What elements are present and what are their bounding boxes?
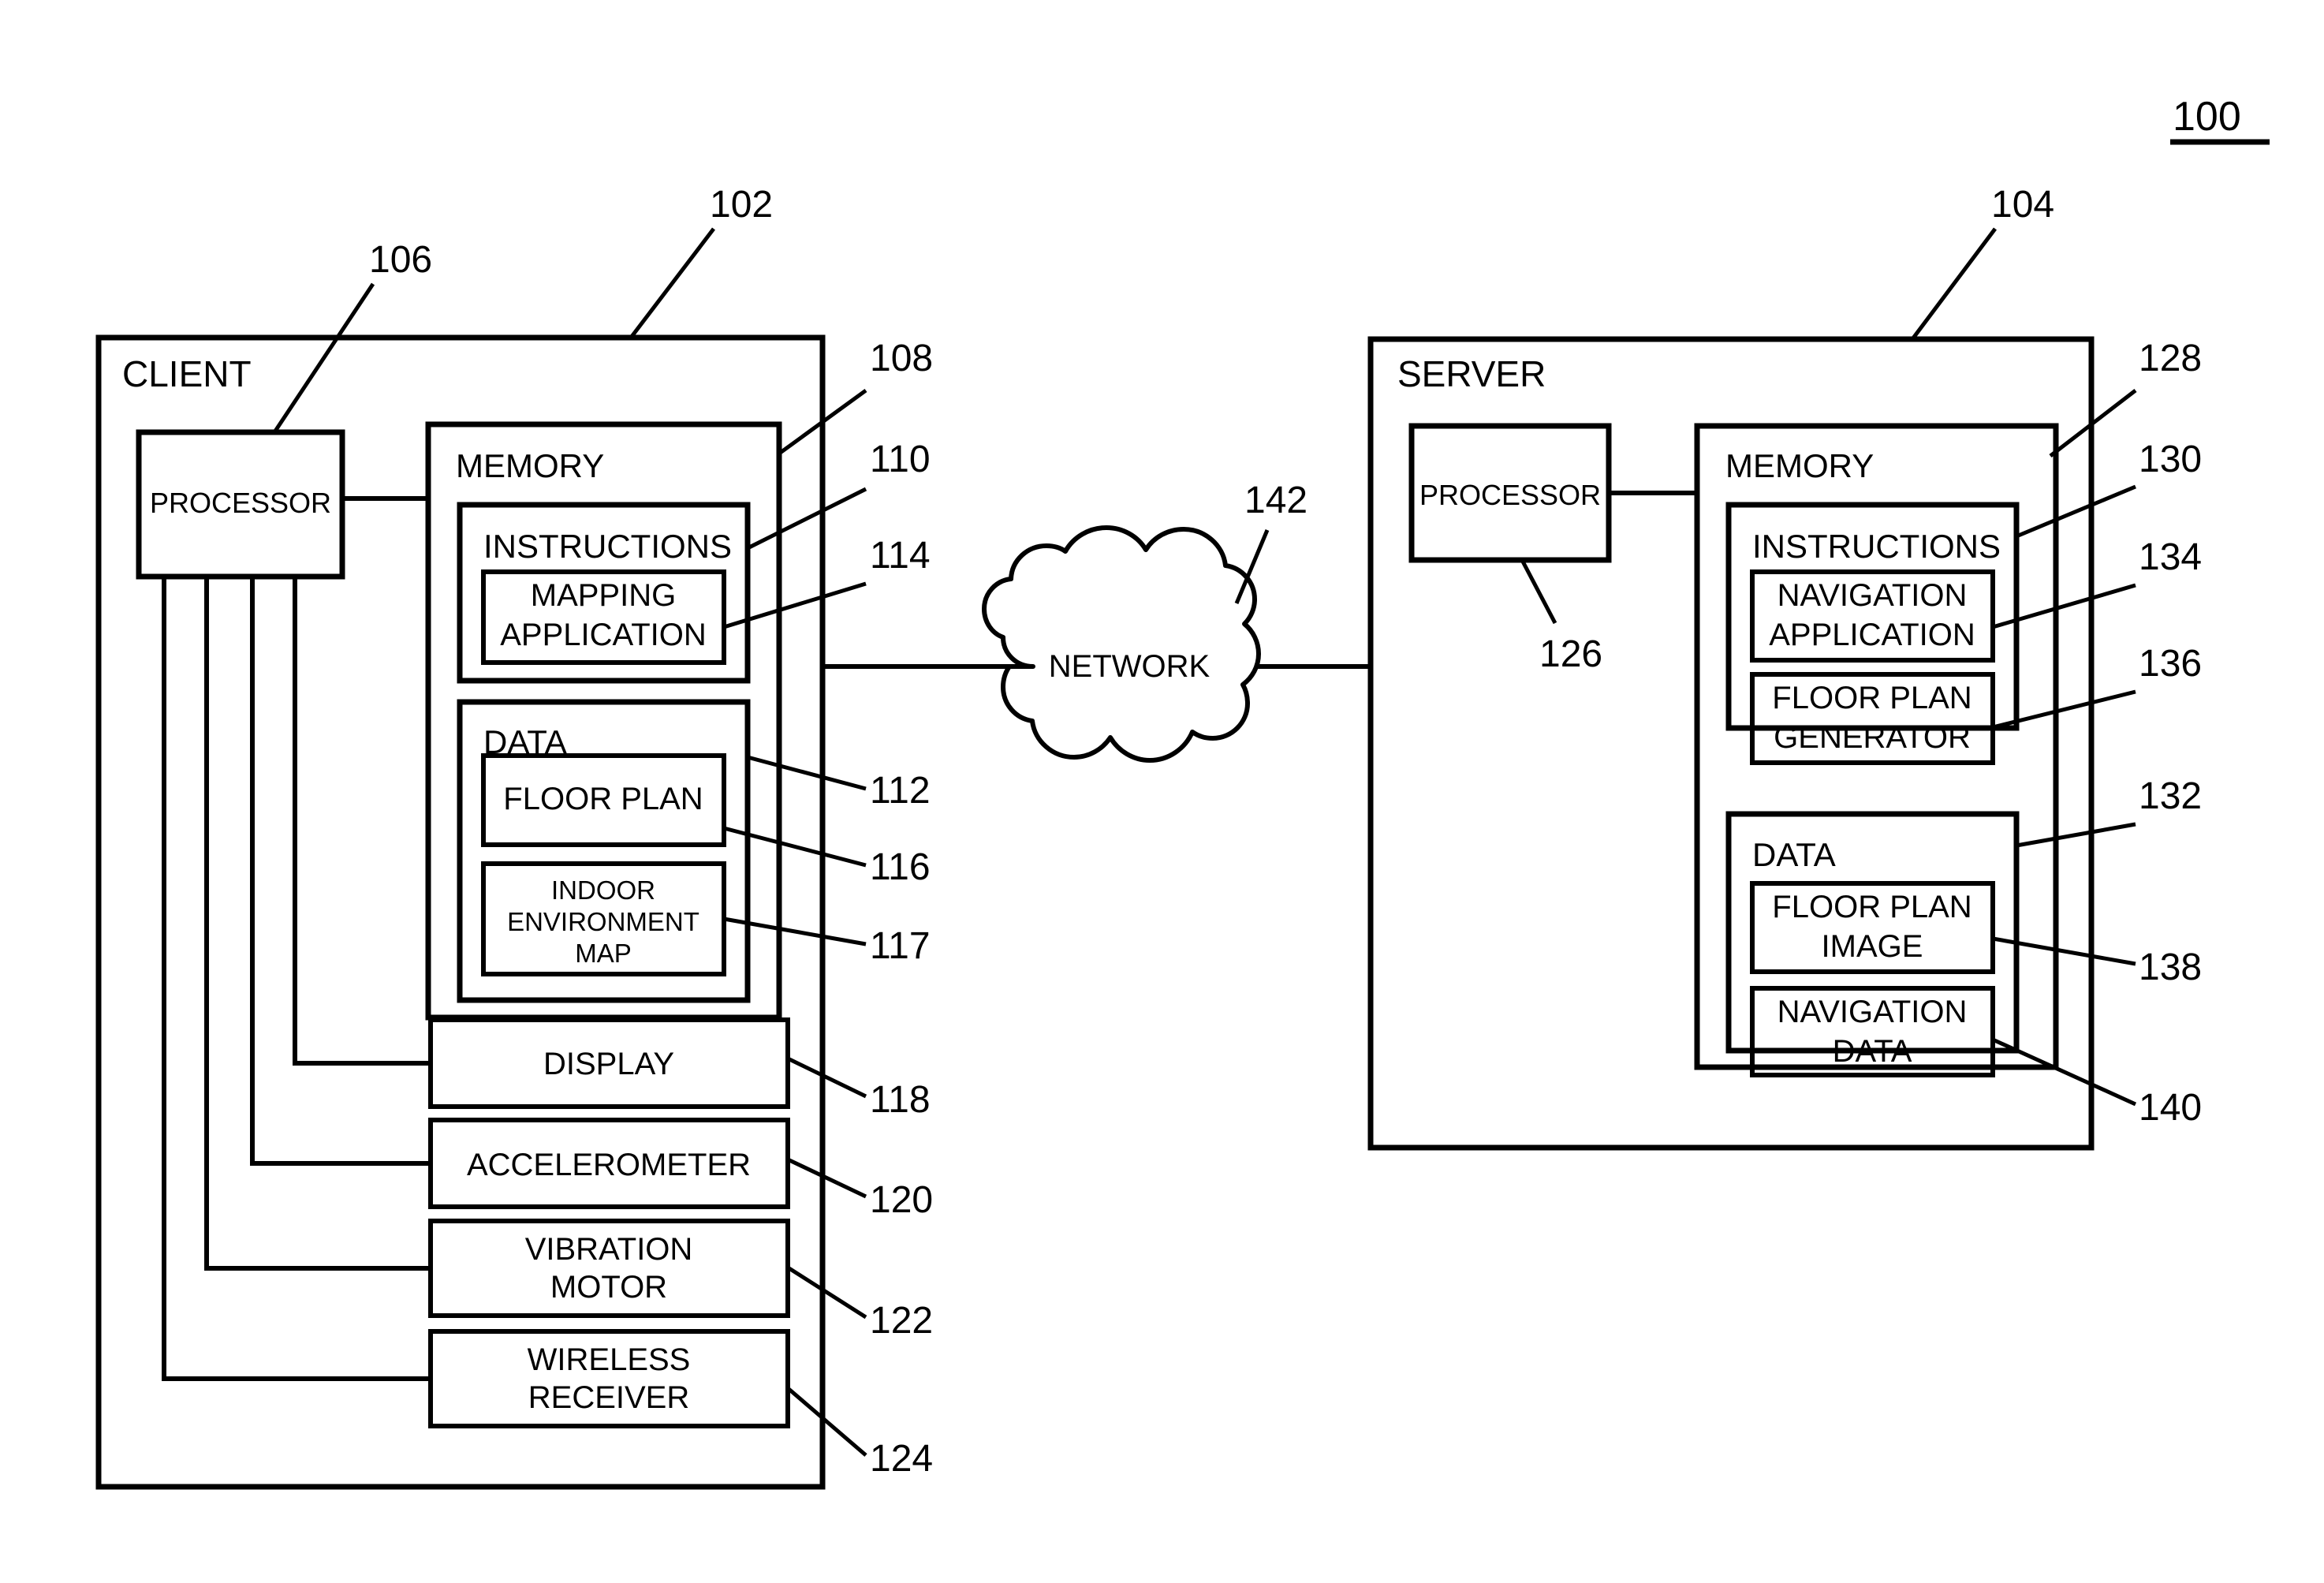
ref-label-117: 117 — [870, 925, 931, 967]
server-instructions-label: INSTRUCTIONS — [1752, 528, 2001, 565]
leader-line-140 — [1991, 1037, 2137, 1107]
patent-figure-canvas: 100 CLIENT 102 PROCESSOR 106 MEMORY 108 … — [0, 0, 2324, 1583]
connector-processor-display — [293, 574, 433, 1066]
leader-line-126 — [1520, 558, 1557, 625]
leader-line-132 — [2016, 822, 2136, 848]
client-vibration-motor-line2: MOTOR — [550, 1270, 667, 1305]
ref-label-114: 114 — [870, 535, 931, 577]
connector-processor-accelerometer — [250, 574, 433, 1166]
client-mapping-application-line2: APPLICATION — [500, 618, 707, 652]
leader-line-104 — [1911, 227, 1997, 341]
network-label: NETWORK — [1049, 649, 1210, 684]
client-instructions-label: INSTRUCTIONS — [483, 528, 732, 565]
leader-line-122 — [786, 1265, 867, 1320]
ref-label-104: 104 — [1991, 184, 2054, 226]
server-memory-label: MEMORY — [1725, 447, 1874, 484]
server-data-label: DATA — [1752, 836, 1836, 873]
leader-line-118 — [786, 1056, 867, 1099]
server-floor-plan-image-line1: FLOOR PLAN — [1772, 890, 1971, 924]
client-accelerometer-label: ACCELEROMETER — [467, 1148, 751, 1182]
client-processor-label: PROCESSOR — [150, 487, 331, 519]
ref-label-124: 124 — [870, 1438, 933, 1480]
client-indoor-environment-map-line2: ENVIRONMENT — [507, 907, 699, 936]
server-floor-plan-generator-line1: FLOOR PLAN — [1772, 681, 1971, 715]
client-title: CLIENT — [122, 353, 252, 394]
ref-label-110: 110 — [870, 439, 931, 480]
leader-line-106 — [272, 282, 375, 434]
ref-label-102: 102 — [710, 184, 773, 226]
network-cloud-shape[interactable] — [982, 525, 1261, 763]
ref-label-140: 140 — [2139, 1087, 2202, 1129]
client-mapping-application-line1: MAPPING — [531, 578, 676, 613]
ref-label-116: 116 — [870, 846, 931, 888]
ref-label-136: 136 — [2139, 643, 2202, 685]
client-display-label: DISPLAY — [543, 1047, 674, 1081]
client-vibration-motor-line1: VIBRATION — [525, 1232, 693, 1267]
leader-line-112 — [747, 755, 867, 791]
client-wireless-receiver-line1: WIRELESS — [528, 1342, 691, 1377]
client-floor-plan-label: FLOOR PLAN — [503, 782, 703, 816]
server-processor-label: PROCESSOR — [1419, 479, 1601, 511]
network-cloud-group[interactable]: NETWORK 142 — [982, 480, 1373, 763]
figure-number-label: 100 — [2173, 94, 2241, 140]
ref-label-112: 112 — [870, 770, 931, 812]
ref-label-122: 122 — [870, 1300, 933, 1342]
ref-label-120: 120 — [870, 1179, 933, 1221]
client-wireless-receiver-line2: RECEIVER — [528, 1380, 690, 1415]
server-navigation-application-line2: APPLICATION — [1769, 618, 1975, 652]
client-indoor-environment-map-line3: MAP — [575, 939, 632, 968]
ref-label-132: 132 — [2139, 775, 2202, 817]
leader-line-124 — [786, 1387, 867, 1457]
ref-label-128: 128 — [2139, 338, 2202, 379]
leader-line-120 — [786, 1157, 867, 1199]
server-navigation-application-line1: NAVIGATION — [1778, 578, 1968, 613]
server-title: SERVER — [1397, 353, 1546, 394]
leader-line-102 — [629, 227, 715, 339]
client-subsystem[interactable]: CLIENT 102 PROCESSOR 106 MEMORY 108 INST… — [95, 184, 1028, 1490]
leader-line-110 — [746, 487, 867, 551]
ref-label-134: 134 — [2139, 536, 2202, 578]
figure-svg: 100 CLIENT 102 PROCESSOR 106 MEMORY 108 … — [95, 94, 2270, 1490]
ref-label-142: 142 — [1244, 480, 1307, 521]
ref-label-118: 118 — [870, 1079, 931, 1121]
ref-label-126: 126 — [1539, 633, 1602, 675]
server-subsystem[interactable]: SERVER 104 PROCESSOR 126 MEMORY 128 INST… — [1367, 184, 2202, 1151]
leader-line-130 — [2016, 484, 2136, 539]
server-navigation-data-line2: DATA — [1833, 1034, 1912, 1069]
server-floor-plan-image-line2: IMAGE — [1822, 929, 1923, 964]
client-indoor-environment-map-line1: INDOOR — [551, 876, 655, 905]
server-floor-plan-generator-line2: GENERATOR — [1774, 720, 1971, 755]
ref-label-138: 138 — [2139, 946, 2202, 988]
ref-label-106: 106 — [369, 239, 432, 281]
client-memory-label: MEMORY — [456, 447, 604, 484]
figure-number-group: 100 — [2170, 94, 2270, 145]
ref-label-130: 130 — [2139, 439, 2202, 480]
ref-label-108: 108 — [870, 338, 933, 379]
server-navigation-data-line1: NAVIGATION — [1778, 995, 1968, 1029]
